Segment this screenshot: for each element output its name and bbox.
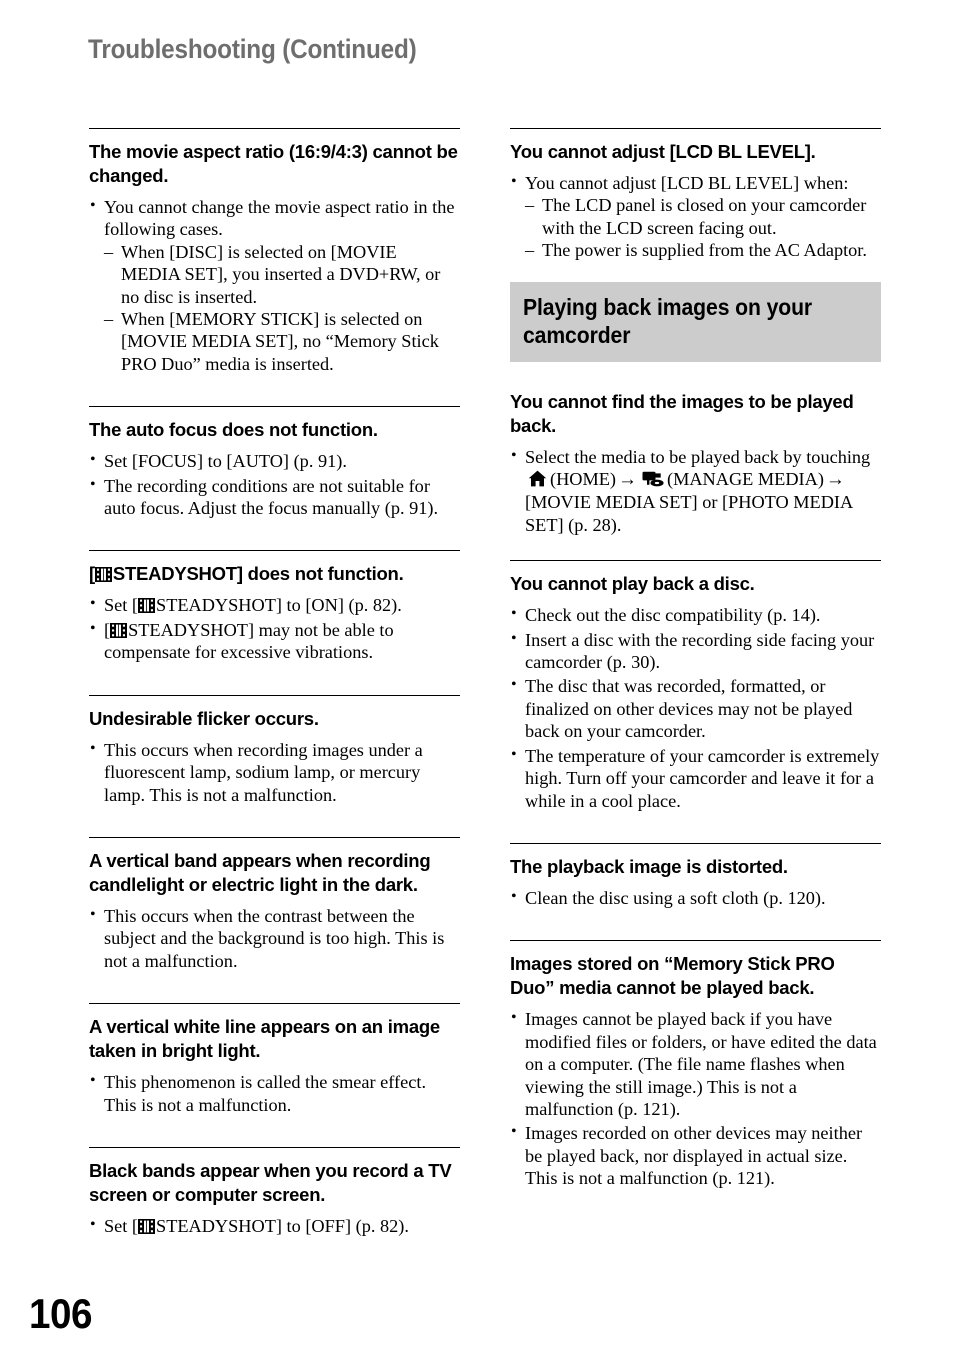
qa-bullet-list: You cannot change the movie aspect ratio… [89,195,460,375]
qa-heading: The auto focus does not function. [89,419,378,441]
qa-bullet-list: Select the media to be played back by to… [510,445,881,537]
arrow-icon: → [825,469,845,491]
home-icon [528,470,547,487]
qa-sub-list: The LCD panel is closed on your camcorde… [525,194,881,262]
qa-sub-list: When [DISC] is selected on [MOVIE MEDIA … [104,241,460,375]
qa-block-steadyshot: [ STEADYSHOT] does not function. Set [ [89,550,460,663]
qa-heading: You cannot play back a disc. [510,573,755,595]
qa-heading: [ STEADYSHOT] does not function. [89,562,460,586]
qa-heading: You cannot find the images to be played … [510,390,854,436]
qa-block-cannot-play-disc: You cannot play back a disc. Check out t… [510,560,881,812]
qa-heading: The playback image is distorted. [510,855,788,877]
list-item: This occurs when the contrast between th… [89,904,460,972]
film-strip-icon [138,1218,156,1234]
left-column: The movie aspect ratio (16:9/4:3) cannot… [89,128,460,1246]
list-item: When [MEMORY STICK] is selected on [MOVI… [104,308,460,375]
block-divider [89,406,460,408]
qa-block-flicker: Undesirable flicker occurs. This occurs … [89,694,460,806]
section-title: Playing back images on your camcorder [523,293,813,348]
list-item: Set [ STEADYSHOT] to [OFF] (p [89,1214,460,1237]
list-item: Images recorded on other devices may nei… [510,1121,881,1189]
qa-bullet-list: Set [FOCUS] to [AUTO] (p. 91). The recor… [89,449,460,520]
qa-bullet-list: Images cannot be played back if you have… [510,1007,881,1189]
block-divider [510,128,881,129]
qa-block-vertical-white-line: A vertical white line appears on an imag… [89,1003,460,1116]
block-divider [510,842,881,844]
qa-block-playback-distorted: The playback image is distorted. Clean t… [510,842,881,909]
film-strip-icon [110,622,128,638]
block-divider [89,694,460,696]
qa-heading: Black bands appear when you record a TV … [89,1159,452,1205]
block-divider [510,560,881,562]
block-divider [89,128,460,129]
section-header-playing-back: Playing back images on your camcorder [510,281,881,362]
qa-bullet-list: Check out the disc compatibility (p. 14)… [510,603,881,812]
list-item: This phenomenon is called the smear effe… [89,1070,460,1116]
qa-heading: You cannot adjust [LCD BL LEVEL]. [510,141,816,162]
qa-bullet-list: This phenomenon is called the smear effe… [89,1070,460,1116]
qa-bullet-list: This occurs when recording images under … [89,738,460,806]
list-item: Check out the disc compatibility (p. 14)… [510,603,881,626]
list-item: When [DISC] is selected on [MOVIE MEDIA … [104,241,460,308]
qa-heading-text: STEADYSHOT] does not function. [112,563,404,585]
block-divider [89,836,460,838]
qa-bullet-list: Set [ STEADYSHOT] to [ON] (p. [89,593,460,664]
list-item: You cannot adjust [LCD BL LEVEL] when: T… [510,171,881,262]
list-item: Set [FOCUS] to [AUTO] (p. 91). [89,449,460,472]
list-item: This occurs when recording images under … [89,738,460,806]
list-item: The power is supplied from the AC Adapto… [525,239,881,262]
list-item: Insert a disc with the recording side fa… [510,628,881,674]
list-item: The LCD panel is closed on your camcorde… [525,194,881,239]
qa-block-movie-aspect-ratio: The movie aspect ratio (16:9/4:3) cannot… [89,128,460,375]
list-item: The recording conditions are not suitabl… [89,474,460,520]
qa-heading: A vertical white line appears on an imag… [89,1016,440,1062]
qa-bullet-list: Clean the disc using a soft cloth (p. 12… [510,886,881,909]
qa-block-lcd-bl-level: You cannot adjust [LCD BL LEVEL]. You ca… [510,128,881,262]
qa-block-black-bands: Black bands appear when you record a TV … [89,1146,460,1237]
list-item: The disc that was recorded, formatted, o… [510,674,881,742]
list-item: [ STEADYSHOT] may not be able [89,618,460,664]
list-item: Images cannot be played back if you have… [510,1007,881,1120]
list-item: Select the media to be played back by to… [510,445,881,537]
qa-block-cannot-find-images: You cannot find the images to be played … [510,390,881,537]
qa-bullet-list: This occurs when the contrast between th… [89,904,460,972]
film-strip-icon [138,598,156,614]
qa-heading: The movie aspect ratio (16:9/4:3) cannot… [89,141,458,186]
film-strip-icon [94,567,112,583]
list-item: The temperature of your camcorder is ext… [510,744,881,812]
qa-bullet-list: Set [ STEADYSHOT] to [OFF] (p [89,1214,460,1237]
block-divider [89,1003,460,1005]
list-item: Clean the disc using a soft cloth (p. 12… [510,886,881,909]
block-divider [89,1146,460,1148]
manage-media-icon [642,471,664,487]
arrow-icon: → [618,469,638,491]
qa-block-auto-focus: The auto focus does not function. Set [F… [89,406,460,519]
list-item: You cannot change the movie aspect ratio… [89,195,460,375]
block-divider [510,940,881,942]
list-item: Set [ STEADYSHOT] to [ON] (p. [89,593,460,616]
qa-block-memory-stick-images: Images stored on “Memory Stick PRO Duo” … [510,940,881,1189]
qa-heading: A vertical band appears when recording c… [89,849,431,895]
qa-heading: Images stored on “Memory Stick PRO Duo” … [510,953,835,999]
page-number: 106 [29,1290,93,1337]
block-divider [89,550,460,552]
qa-heading: Undesirable flicker occurs. [89,707,319,729]
qa-block-vertical-band: A vertical band appears when recording c… [89,836,460,972]
qa-bullet-list: You cannot adjust [LCD BL LEVEL] when: T… [510,171,881,262]
right-column: You cannot adjust [LCD BL LEVEL]. You ca… [510,128,881,1199]
page-running-head: Troubleshooting (Continued) [88,34,417,64]
